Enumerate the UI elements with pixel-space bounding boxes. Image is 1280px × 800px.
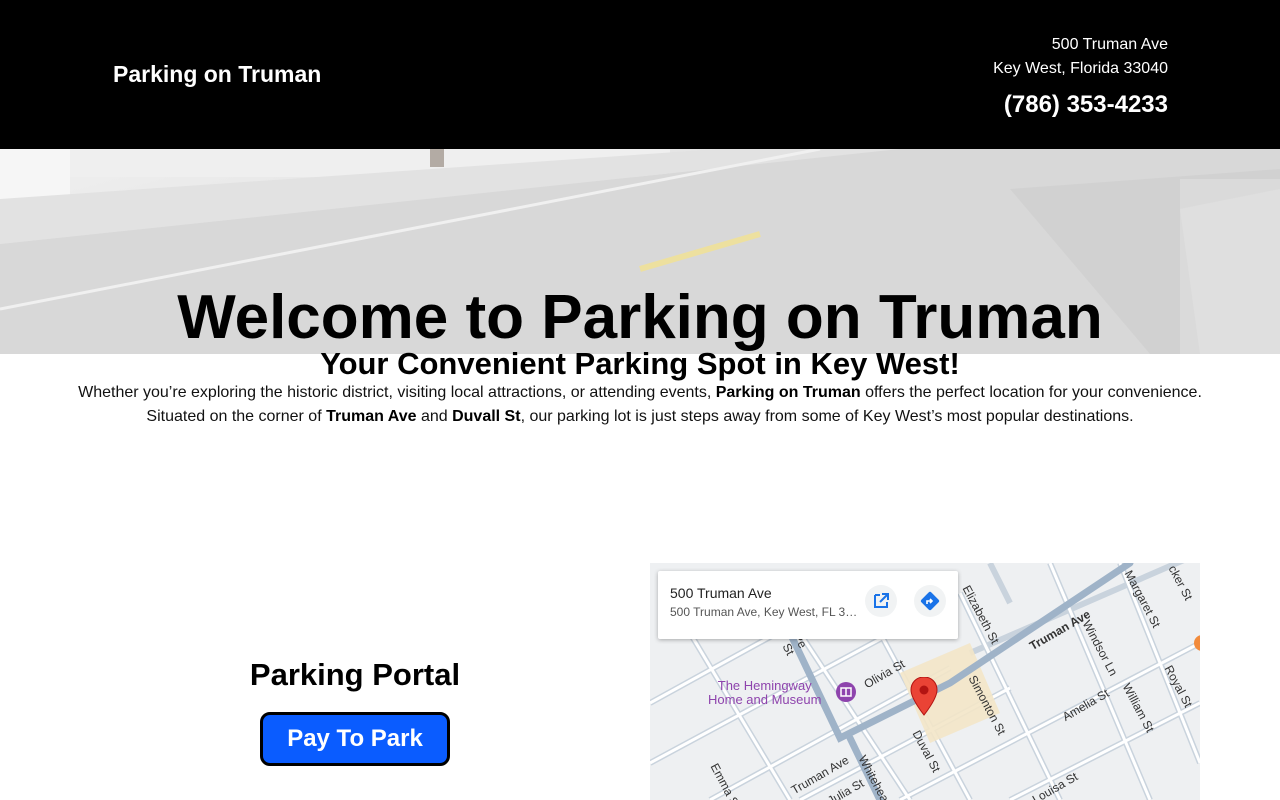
- tagline: Your Convenient Parking Spot in Key West…: [320, 346, 960, 381]
- site-header: Parking on Truman 500 Truman Ave Key Wes…: [0, 0, 1280, 149]
- location-pin-icon[interactable]: [910, 677, 938, 717]
- address-line-1: 500 Truman Ave: [1051, 36, 1168, 53]
- directions-button[interactable]: [914, 585, 946, 617]
- open-in-maps-button[interactable]: [865, 585, 897, 617]
- address-line-2: Key West, Florida 33040: [993, 60, 1168, 77]
- map-place-card: 500 Truman Ave 500 Truman Ave, Key West,…: [658, 571, 958, 639]
- site-title[interactable]: Parking on Truman: [113, 61, 321, 88]
- phone-number[interactable]: (786) 353-4233: [1004, 91, 1168, 119]
- poi-hemingway-home[interactable]: The Hemingway Home and Museum: [708, 679, 821, 707]
- intro-text: Whether you’re exploring the historic di…: [0, 381, 1280, 429]
- pay-to-park-button[interactable]: Pay To Park: [260, 712, 450, 766]
- header-address: 500 Truman Ave Key West, Florida 33040: [993, 33, 1168, 81]
- welcome-heading: Welcome to Parking on Truman: [177, 283, 1103, 352]
- intro-line-2: Situated on the corner of Truman Ave and…: [146, 408, 1134, 425]
- parking-portal-title: Parking Portal: [249, 657, 461, 692]
- external-link-icon: [874, 593, 889, 608]
- embedded-map[interactable]: Elizabeth St Truman Ave Windsor Ln Marga…: [650, 563, 1200, 800]
- place-address: 500 Truman Ave, Key West, FL 33040: [670, 605, 860, 619]
- intro-line-1: Whether you’re exploring the historic di…: [78, 384, 1202, 401]
- directions-icon: [920, 591, 940, 611]
- museum-icon[interactable]: [835, 681, 857, 703]
- place-title: 500 Truman Ave: [670, 585, 772, 601]
